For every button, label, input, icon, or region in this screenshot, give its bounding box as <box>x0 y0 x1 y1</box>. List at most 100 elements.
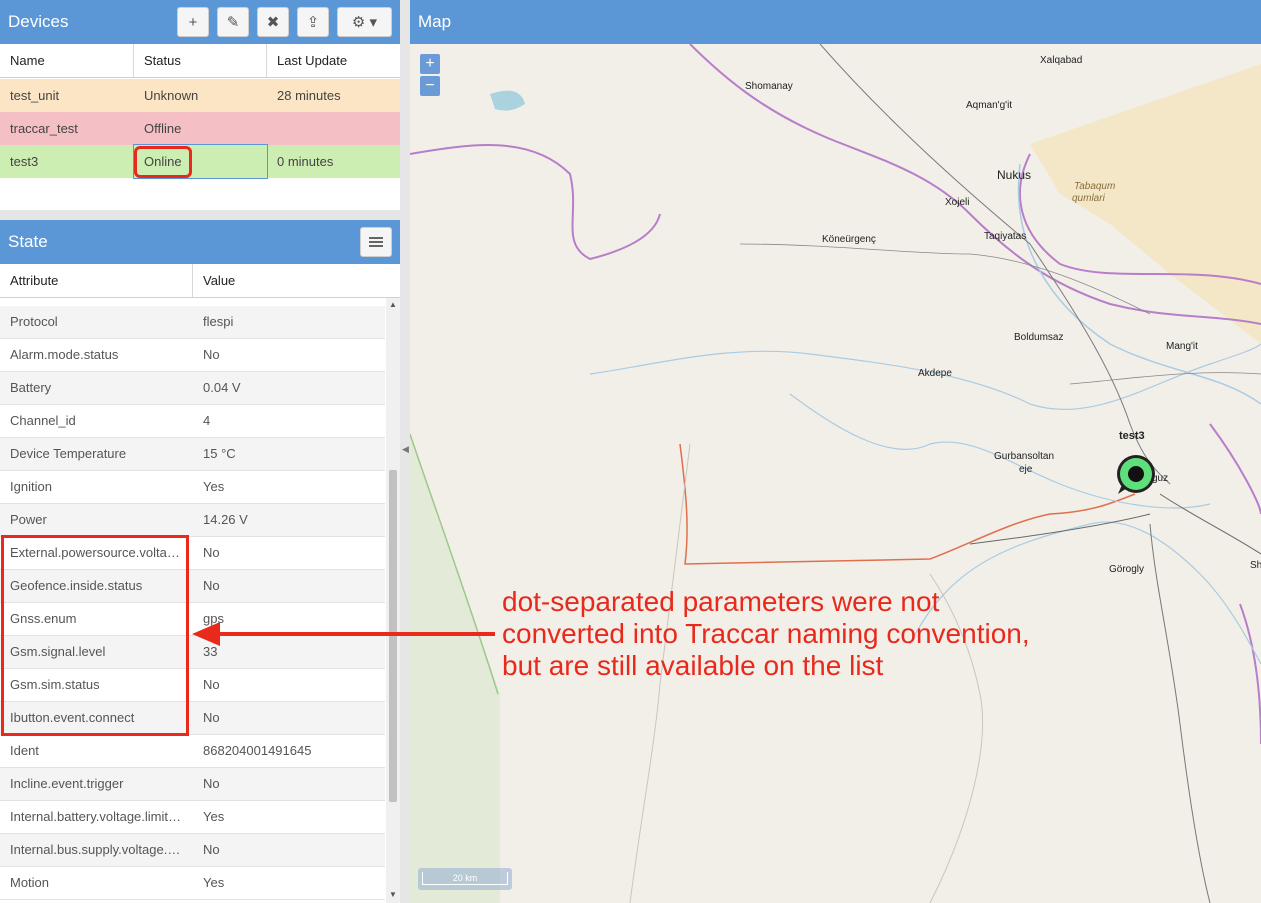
attribute-value: No <box>203 347 220 362</box>
state-row[interactable]: Ignition Yes <box>0 471 385 504</box>
state-row[interactable]: Ident 868204001491645 <box>0 735 385 768</box>
collapse-arrow-icon[interactable]: ◀ <box>402 444 409 455</box>
attribute-value: 15 °C <box>203 446 236 461</box>
state-row[interactable]: Channel_id 4 <box>0 405 385 438</box>
device-last-update-cell <box>267 112 400 145</box>
device-status-cell: Offline <box>144 121 182 136</box>
scroll-up-arrow[interactable]: ▲ <box>389 300 397 309</box>
attribute-name: Battery <box>10 380 52 395</box>
attribute-name: Internal.battery.voltage.limit.lower.sta… <box>10 809 182 824</box>
device-last-update-cell: 0 minutes <box>277 154 334 169</box>
place-label: Taqiyatas <box>984 231 1027 242</box>
state-title: State <box>8 232 48 251</box>
zoom-in-button[interactable]: + <box>420 54 440 74</box>
device-row[interactable]: test_unit Unknown 28 minutes <box>0 79 400 112</box>
scroll-down-arrow[interactable]: ▼ <box>389 890 397 899</box>
pencil-icon[interactable]: ✎ <box>217 7 249 37</box>
zoom-out-button[interactable]: − <box>420 76 440 96</box>
attribute-value: 0.04 V <box>203 380 241 395</box>
state-row[interactable]: Internal.battery.voltage.limit.lower.sta… <box>0 801 385 834</box>
place-label: Mang'it <box>1166 341 1198 352</box>
place-label: Görogly <box>1109 564 1145 575</box>
attribute-name: Alarm.mode.status <box>10 347 119 362</box>
state-row[interactable]: Incline.event.trigger No <box>0 768 385 801</box>
devices-grid: Name Status Last Update test_unit Unknown… <box>0 44 400 210</box>
state-grid-header: Attribute Value <box>0 264 400 298</box>
close-icon[interactable]: ✖ <box>257 7 289 37</box>
device-row[interactable]: test3 Online 0 minutes <box>0 144 400 179</box>
attribute-name: Protocol <box>10 314 58 329</box>
marker-label: test3 <box>1119 430 1145 442</box>
place-label: eje <box>1019 464 1033 475</box>
devices-panel-header: Devices + ✎ ✖ ⇪ ⚙ ▾ <box>0 0 400 44</box>
panel-gap <box>0 210 400 220</box>
list-icon[interactable] <box>360 227 392 257</box>
attribute-name: Ident <box>10 743 39 758</box>
attribute-value: Yes <box>203 809 225 824</box>
state-scrollbar[interactable]: ▲ ▼ <box>386 298 400 903</box>
gear-icon[interactable]: ⚙ ▾ <box>337 7 392 37</box>
device-row[interactable]: traccar_test Offline <box>0 112 400 145</box>
device-last-update-cell: 28 minutes <box>277 88 341 103</box>
annotation-arrow-icon <box>192 622 495 646</box>
attribute-value: No <box>203 710 220 725</box>
attribute-name: Device Temperature <box>10 446 127 461</box>
attribute-value: Yes <box>203 479 225 494</box>
scale-bar: 20 km <box>418 868 512 890</box>
device-status-cell: Unknown <box>144 88 199 103</box>
place-label: qumlari <box>1072 193 1105 204</box>
state-row[interactable]: Power 14.26 V <box>0 504 385 537</box>
state-row[interactable]: Protocol flespi <box>0 306 385 339</box>
attribute-value: No <box>203 578 220 593</box>
place-label: Gurbansoltan <box>994 451 1055 462</box>
attribute-value: flespi <box>203 314 234 329</box>
attribute-value: No <box>203 776 220 791</box>
place-label: Köneürgenç <box>822 234 876 245</box>
column-attribute[interactable]: Attribute <box>0 264 193 297</box>
column-last-update[interactable]: Last Update <box>267 44 400 77</box>
device-marker-icon[interactable] <box>1114 450 1158 496</box>
state-row[interactable]: Alarm.mode.status No <box>0 339 385 372</box>
state-row[interactable]: Internal.bus.supply.voltage.range.outsid… <box>0 834 385 867</box>
column-value[interactable]: Value <box>193 264 400 297</box>
plus-icon[interactable]: + <box>177 7 209 37</box>
attribute-value: 14.26 V <box>203 512 248 527</box>
attribute-value: No <box>203 545 220 560</box>
place-label: Xojeli <box>945 197 970 208</box>
column-status[interactable]: Status <box>134 44 267 77</box>
device-name-cell: test_unit <box>10 88 60 103</box>
attribute-name: Channel_id <box>10 413 76 428</box>
annotation-line: but are still available on the list <box>502 650 884 681</box>
place-label: Akdepe <box>918 368 952 379</box>
annotation-text: dot-separated parameters were not conver… <box>502 586 1030 682</box>
state-panel-header: State <box>0 220 400 264</box>
attribute-name: Power <box>10 512 47 527</box>
device-name-cell: traccar_test <box>10 121 78 136</box>
panel-splitter[interactable]: ◀ <box>400 0 410 903</box>
attributes-highlight-box <box>1 535 189 736</box>
devices-grid-header: Name Status Last Update <box>0 44 400 78</box>
upload-icon[interactable]: ⇪ <box>297 7 329 37</box>
place-label: Nukus <box>997 168 1032 182</box>
column-name[interactable]: Name <box>0 44 134 77</box>
attribute-name: Internal.bus.supply.voltage.range.outsid… <box>10 842 182 857</box>
scale-label: 20 km <box>422 872 508 885</box>
place-label: Tabaqum <box>1074 181 1116 192</box>
state-row[interactable]: Battery 0.04 V <box>0 372 385 405</box>
attribute-value: No <box>203 842 220 857</box>
map-view[interactable]: + − Xalqabad Shomanay Aqman'g'it Nukus X… <box>410 44 1261 903</box>
attribute-value: Yes <box>203 875 225 890</box>
place-label: Aqman'g'it <box>966 100 1013 111</box>
attribute-name: Motion <box>10 875 50 890</box>
place-label: Sh <box>1250 560 1261 571</box>
attribute-name: Incline.event.trigger <box>10 776 124 791</box>
attribute-name: Ignition <box>10 479 52 494</box>
map-title: Map <box>418 12 452 31</box>
state-row[interactable]: Motion Yes <box>0 867 385 900</box>
map-panel-header: Map <box>410 0 1261 44</box>
devices-title: Devices <box>8 12 69 31</box>
state-row[interactable]: Device Temperature 15 °C <box>0 438 385 471</box>
place-label: Xalqabad <box>1040 55 1083 66</box>
attribute-value: 868204001491645 <box>203 743 312 758</box>
device-name-cell: test3 <box>10 154 39 169</box>
